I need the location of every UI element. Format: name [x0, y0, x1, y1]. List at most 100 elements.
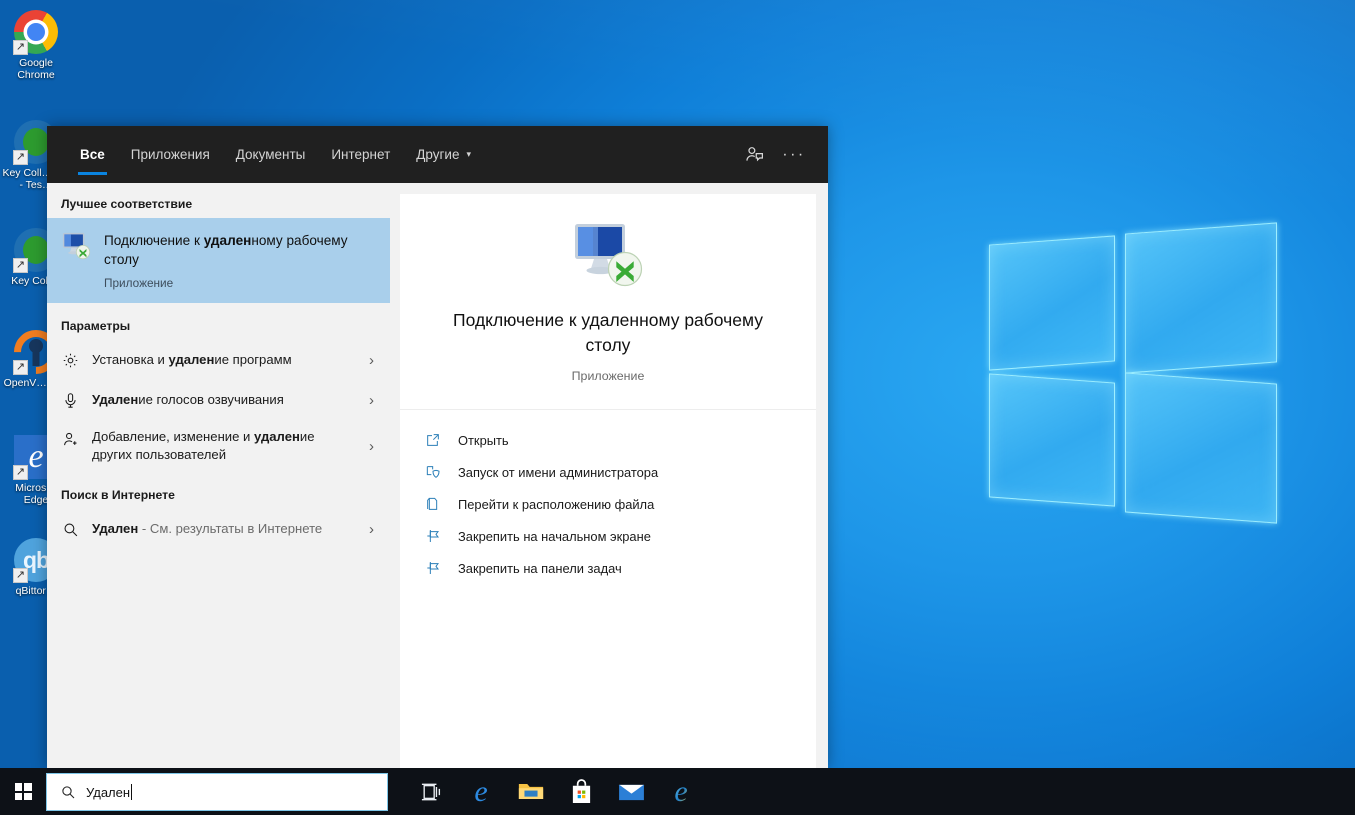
web-search-result-row[interactable]: Удален - См. результаты в Интернете ›	[47, 509, 390, 549]
action-pin-to-start[interactable]: Закрепить на начальном экране	[400, 520, 816, 552]
action-open[interactable]: Открыть	[400, 424, 816, 456]
best-match-text: Подключение к удаленному рабочему столу …	[104, 230, 380, 290]
best-match-result-row[interactable]: Подключение к удаленному рабочему столу …	[47, 218, 390, 303]
settings-item-remove-voices[interactable]: Удаление голосов озвучивания ›	[47, 380, 390, 420]
logo-pane-bottom-left	[989, 373, 1115, 506]
tab-all[interactable]: Все	[67, 126, 118, 183]
taskbar-microsoft-edge-button[interactable]: e	[456, 768, 506, 815]
shortcut-arrow-icon: ↗	[13, 150, 28, 165]
tab-label: Приложения	[131, 147, 210, 162]
mail-icon	[618, 781, 645, 802]
task-view-icon	[420, 782, 442, 802]
logo-pane-top-left	[989, 235, 1115, 370]
ellipsis-icon: ···	[782, 147, 805, 163]
chevron-right-icon: ›	[369, 428, 378, 455]
tab-documents[interactable]: Документы	[223, 126, 319, 183]
chevron-down-icon: ▾	[466, 149, 471, 160]
taskbar-mail-button[interactable]	[606, 768, 656, 815]
app-preview-title: Подключение к удаленному рабочему столу	[430, 308, 786, 358]
pin-taskbar-icon	[424, 560, 442, 576]
internet-explorer-icon: e	[674, 777, 687, 807]
google-chrome-icon: ↗	[14, 10, 58, 54]
search-icon	[60, 784, 76, 800]
microphone-icon	[61, 392, 80, 409]
taskbar-file-explorer-button[interactable]	[506, 768, 556, 815]
shortcut-arrow-icon: ↗	[13, 258, 28, 273]
search-tab-bar: Все Приложения Документы Интернет Другие…	[47, 126, 828, 183]
rdp-glyph-large	[571, 222, 645, 292]
shield-admin-icon	[424, 464, 442, 480]
shortcut-arrow-icon: ↗	[13, 360, 28, 375]
taskbar-microsoft-store-button[interactable]	[556, 768, 606, 815]
tab-more[interactable]: Другие ▾	[403, 126, 484, 183]
app-actions-list: Открыть Запуск от имени администратора	[400, 410, 816, 584]
action-open-file-location[interactable]: Перейти к расположению файла	[400, 488, 816, 520]
best-match-title: Подключение к удаленному рабочему столу	[104, 231, 380, 269]
remote-desktop-icon-large	[571, 222, 645, 292]
settings-item-label: Установка и удаление программ	[92, 351, 357, 369]
results-left-column: Лучшее соответствие Подключение к удален…	[47, 183, 390, 768]
search-results-body: Лучшее соответствие Подключение к удален…	[47, 183, 828, 768]
app-preview-header: Подключение к удаленному рабочему столу …	[400, 194, 816, 410]
file-explorer-icon	[517, 780, 545, 803]
open-icon	[424, 432, 442, 448]
desktop-icon-google-chrome[interactable]: ↗ Google Chrome	[2, 10, 70, 81]
shortcut-arrow-icon: ↗	[13, 568, 28, 583]
settings-item-label: Добавление, изменение и удаление других …	[92, 428, 357, 464]
gear-icon	[61, 352, 80, 369]
tab-label: Интернет	[331, 147, 390, 162]
tab-label: Другие	[416, 147, 459, 162]
chevron-right-icon: ›	[369, 392, 378, 409]
microsoft-store-icon	[570, 779, 593, 804]
more-options-button[interactable]: ···	[774, 135, 814, 175]
text-cursor	[131, 784, 132, 800]
windows-search-panel: Все Приложения Документы Интернет Другие…	[47, 126, 828, 768]
taskbar-search-input[interactable]: Удален	[46, 773, 388, 811]
tab-web[interactable]: Интернет	[318, 126, 403, 183]
remote-desktop-icon-small	[61, 230, 91, 265]
feedback-person-button[interactable]	[734, 135, 774, 175]
logo-pane-top-right	[1125, 222, 1277, 373]
search-input-value: Удален	[86, 784, 132, 800]
shortcut-arrow-icon: ↗	[13, 465, 28, 480]
web-search-heading: Поиск в Интернете	[47, 472, 390, 509]
logo-pane-bottom-right	[1125, 372, 1277, 523]
tab-label: Документы	[236, 147, 306, 162]
settings-heading: Параметры	[47, 303, 390, 340]
action-label: Открыть	[458, 433, 509, 448]
action-run-as-administrator[interactable]: Запуск от имени администратора	[400, 456, 816, 488]
settings-item-manage-users[interactable]: Добавление, изменение и удаление других …	[47, 420, 390, 472]
results-right-column: Подключение к удаленному рабочему столу …	[390, 183, 828, 768]
windows-hero-logo	[985, 228, 1285, 528]
add-user-icon	[61, 428, 80, 448]
best-match-subtitle: Приложение	[104, 276, 380, 290]
search-icon	[61, 521, 80, 538]
tab-apps[interactable]: Приложения	[118, 126, 223, 183]
folder-location-icon	[424, 496, 442, 512]
chevron-right-icon: ›	[369, 352, 378, 369]
settings-item-uninstall-programs[interactable]: Установка и удаление программ ›	[47, 340, 390, 380]
action-label: Закрепить на панели задач	[458, 561, 622, 576]
taskbar-internet-explorer-button[interactable]: e	[656, 768, 706, 815]
desktop-icon-label: Google Chrome	[2, 57, 70, 81]
rdp-glyph	[61, 232, 91, 260]
action-label: Запуск от имени администратора	[458, 465, 658, 480]
settings-item-label: Удаление голосов озвучивания	[92, 391, 357, 409]
web-search-label: Удален - См. результаты в Интернете	[92, 520, 357, 538]
action-label: Закрепить на начальном экране	[458, 529, 651, 544]
app-preview-subtitle: Приложение	[430, 369, 786, 383]
person-feedback-icon	[744, 144, 765, 165]
tab-label: Все	[80, 147, 105, 162]
taskbar: Удален e	[0, 768, 1355, 815]
microsoft-edge-icon: e	[474, 777, 487, 807]
app-preview-card: Подключение к удаленному рабочему столу …	[400, 194, 816, 768]
best-match-heading: Лучшее соответствие	[47, 183, 390, 218]
chevron-right-icon: ›	[369, 521, 378, 538]
windows-logo-icon	[15, 783, 32, 800]
pin-start-icon	[424, 528, 442, 544]
action-label: Перейти к расположению файла	[458, 497, 654, 512]
taskbar-task-view-button[interactable]	[406, 768, 456, 815]
action-pin-to-taskbar[interactable]: Закрепить на панели задач	[400, 552, 816, 584]
shortcut-arrow-icon: ↗	[13, 40, 28, 55]
start-button[interactable]	[0, 768, 46, 815]
